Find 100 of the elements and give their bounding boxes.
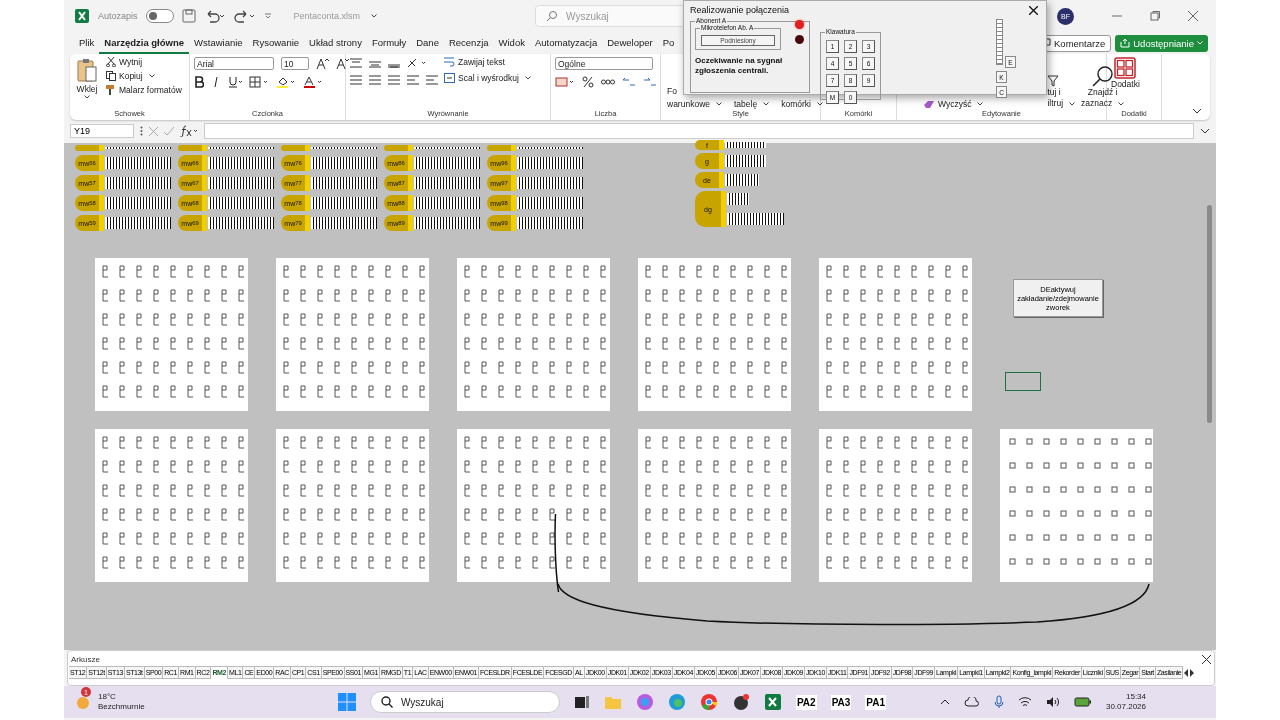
add-ins-icon[interactable] — [1114, 57, 1137, 79]
ribbon-tab[interactable]: Po — [657, 32, 680, 54]
cloud-icon[interactable] — [963, 697, 980, 707]
ribbon-tab[interactable]: Recenzja — [443, 32, 494, 54]
orientation-icon[interactable] — [407, 57, 427, 69]
ribbon-tab[interactable]: Widok — [493, 32, 530, 54]
caret-icon[interactable] — [716, 102, 722, 106]
align-lines-icon[interactable] — [369, 58, 381, 68]
clipboard-icon[interactable] — [76, 57, 98, 83]
shrink-font-icon[interactable] — [336, 57, 349, 70]
underline-icon[interactable] — [228, 76, 242, 88]
app-icon[interactable] — [731, 693, 750, 711]
merge-center-button[interactable]: Scal i wyśrodkuj — [458, 73, 519, 83]
caret-icon[interactable] — [977, 102, 984, 106]
align-lines-icon[interactable] — [388, 75, 400, 85]
task-view-icon[interactable] — [573, 694, 590, 710]
ribbon-tab[interactable]: Dane — [411, 32, 444, 54]
format-painter-button[interactable]: Malarz formatów — [119, 85, 182, 95]
styles-button[interactable]: komórki — [781, 99, 811, 109]
borders-icon[interactable] — [249, 76, 269, 88]
ribbon-tab[interactable]: Układ strony — [304, 32, 367, 54]
copy-icon[interactable] — [106, 71, 116, 81]
ribbon-tab[interactable]: Plik — [74, 32, 100, 54]
ribbon-tab[interactable]: Rysowanie — [247, 32, 305, 54]
paintbrush-icon[interactable] — [106, 85, 116, 95]
font-size-dropdown[interactable]: 10 — [281, 57, 309, 70]
caret-icon[interactable] — [1118, 101, 1125, 106]
caret-icon[interactable] — [371, 14, 378, 18]
caret-icon[interactable] — [148, 74, 155, 78]
battery-icon[interactable] — [1073, 697, 1092, 707]
scroll-right-icon[interactable] — [1189, 668, 1196, 677]
ribbon-tab[interactable]: Wstawianie — [189, 32, 248, 54]
copilot-icon[interactable] — [635, 693, 654, 711]
caret-icon[interactable] — [763, 102, 770, 106]
speaker-icon[interactable] — [1045, 696, 1060, 708]
cut-button[interactable]: Wytnij — [119, 57, 143, 67]
thousands-icon[interactable] — [601, 76, 615, 88]
scissors-icon[interactable] — [106, 57, 116, 67]
sort-filter-button[interactable]: tuj i — [1047, 87, 1061, 98]
number-format-dropdown[interactable]: Ogólne — [555, 57, 653, 70]
microphone-icon[interactable] — [993, 695, 1004, 709]
restore-icon[interactable] — [1150, 11, 1160, 21]
pinned-app-button[interactable]: PA1 — [865, 694, 887, 710]
fill-color-icon[interactable] — [276, 76, 296, 88]
ribbon-tab[interactable]: Formuły — [366, 32, 412, 54]
insert-function-icon[interactable] — [180, 125, 198, 137]
filter-icon[interactable] — [1047, 75, 1060, 87]
find-select-button[interactable]: zaznacz — [1081, 98, 1113, 109]
align-lines-icon[interactable] — [426, 75, 438, 85]
ribbon-tab[interactable]: Deweloper — [602, 32, 658, 54]
close-icon[interactable] — [1202, 654, 1211, 664]
conditional-format-button[interactable]: warunkowe — [667, 99, 710, 109]
grow-font-icon[interactable] — [316, 57, 329, 70]
eraser-icon[interactable] — [923, 99, 935, 109]
copy-button[interactable]: Kopiuj — [119, 71, 143, 81]
wrap-text-button[interactable]: Zawijaj tekst — [458, 57, 505, 67]
start-icon[interactable] — [337, 693, 356, 711]
chrome-icon[interactable] — [699, 693, 718, 711]
align-lines-icon[interactable] — [407, 75, 419, 85]
caret-icon[interactable] — [524, 76, 531, 80]
currency-icon[interactable] — [555, 76, 575, 88]
formula-input[interactable] — [204, 123, 1194, 139]
find-select-button[interactable]: Znajdź i — [1087, 87, 1118, 98]
more-options-icon[interactable] — [140, 126, 143, 136]
expand-caret-icon[interactable] — [1200, 128, 1210, 134]
autosave-toggle[interactable] — [145, 9, 174, 23]
redo-icon[interactable] — [233, 9, 256, 23]
font-color-icon[interactable] — [303, 76, 323, 88]
close-icon[interactable] — [1029, 5, 1038, 15]
clear-button[interactable]: Wyczyść — [938, 99, 972, 109]
share-button[interactable]: Udostępnianie — [1115, 34, 1208, 52]
collapse-ribbon-icon[interactable] — [1192, 108, 1202, 114]
sort-filter-button[interactable]: iltruj — [1047, 98, 1064, 109]
caret-icon[interactable] — [1069, 101, 1076, 106]
merge-icon[interactable] — [444, 73, 455, 83]
clock-date[interactable]: 30.07.2026 — [1105, 702, 1146, 712]
caret-icon[interactable] — [84, 95, 90, 99]
add-ins-button[interactable]: Dodatki — [1111, 79, 1140, 90]
ribbon-tab[interactable]: Automatyzacja — [529, 32, 603, 54]
styles-button[interactable]: tabelę — [734, 99, 758, 109]
wifi-icon[interactable] — [1017, 696, 1032, 708]
excel-app-icon[interactable] — [763, 693, 782, 711]
align-lines-icon[interactable] — [369, 75, 381, 85]
customize-caret-icon[interactable] — [263, 12, 272, 20]
caret-icon[interactable] — [816, 102, 823, 106]
selected-cell[interactable] — [1005, 372, 1041, 391]
check-icon[interactable] — [164, 126, 174, 136]
font-name-dropdown[interactable]: Arial — [194, 57, 274, 70]
pinned-app-button[interactable]: PA2 — [795, 694, 817, 710]
pinned-app-button[interactable]: PA3 — [830, 694, 852, 710]
align-lines-icon[interactable] — [350, 75, 362, 85]
paste-button[interactable]: Wklej — [76, 84, 98, 94]
wrap-text-icon[interactable] — [444, 57, 455, 67]
italic-icon[interactable] — [211, 76, 221, 88]
percent-icon[interactable] — [582, 76, 594, 88]
clock-time[interactable]: 15:34 — [1126, 692, 1146, 702]
bold-icon[interactable] — [194, 76, 204, 88]
name-box[interactable]: Y19 — [70, 124, 134, 138]
save-icon[interactable] — [181, 9, 196, 23]
taskbar-search-field[interactable]: Wyszukaj — [369, 691, 560, 713]
